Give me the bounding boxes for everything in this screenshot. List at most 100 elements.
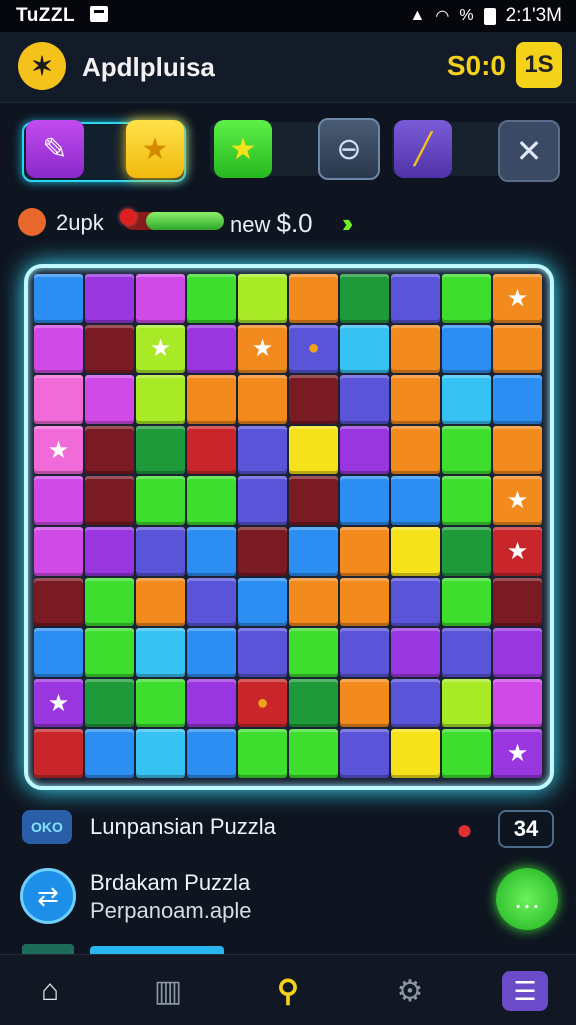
puzzle-piece[interactable] bbox=[391, 577, 440, 627]
puzzle-piece[interactable] bbox=[391, 527, 440, 576]
puzzle-piece[interactable] bbox=[85, 678, 134, 728]
puzzle-piece[interactable] bbox=[238, 577, 287, 627]
puzzle-piece[interactable] bbox=[187, 274, 236, 323]
puzzle-piece[interactable] bbox=[391, 476, 440, 525]
puzzle-piece[interactable] bbox=[238, 425, 287, 475]
puzzle-piece[interactable] bbox=[187, 577, 236, 627]
puzzle-piece[interactable]: ● bbox=[289, 324, 338, 374]
puzzle-piece[interactable] bbox=[340, 527, 389, 576]
puzzle-piece[interactable] bbox=[493, 577, 542, 627]
puzzle-piece[interactable] bbox=[34, 375, 83, 424]
puzzle-piece[interactable] bbox=[493, 678, 542, 728]
puzzle-piece[interactable] bbox=[34, 628, 83, 677]
puzzle-piece[interactable] bbox=[238, 476, 287, 525]
trash-icon[interactable]: ▥ bbox=[146, 969, 190, 1013]
puzzle-piece[interactable]: ★ bbox=[34, 678, 83, 728]
puzzle-piece[interactable] bbox=[340, 274, 389, 323]
puzzle-board[interactable]: ★ ★ ★ ● ★ ★ ★ ★ ● ★ bbox=[24, 264, 554, 790]
puzzle-piece[interactable] bbox=[187, 729, 236, 778]
puzzle-piece[interactable] bbox=[289, 678, 338, 728]
puzzle-piece[interactable]: ★ bbox=[493, 527, 542, 576]
puzzle-piece[interactable] bbox=[340, 425, 389, 475]
puzzle-piece[interactable] bbox=[34, 729, 83, 778]
puzzle-piece[interactable] bbox=[187, 324, 236, 374]
forward-arrow-icon[interactable]: ›› bbox=[342, 208, 354, 239]
puzzle-piece[interactable] bbox=[136, 425, 185, 475]
settings-icon[interactable]: ⚙ bbox=[388, 969, 432, 1013]
puzzle-piece[interactable] bbox=[493, 375, 542, 424]
puzzle-piece[interactable] bbox=[391, 678, 440, 728]
puzzle-piece[interactable] bbox=[391, 628, 440, 677]
puzzle-piece[interactable] bbox=[340, 628, 389, 677]
puzzle-piece[interactable] bbox=[136, 274, 185, 323]
puzzle-piece[interactable] bbox=[85, 274, 134, 323]
puzzle-piece[interactable] bbox=[187, 678, 236, 728]
puzzle-piece[interactable] bbox=[136, 527, 185, 576]
home-icon[interactable]: ⌂ bbox=[28, 969, 72, 1013]
puzzle-piece[interactable] bbox=[442, 628, 491, 677]
puzzle-piece[interactable] bbox=[391, 375, 440, 424]
puzzle-piece[interactable] bbox=[289, 527, 338, 576]
puzzle-piece[interactable] bbox=[340, 729, 389, 778]
puzzle-piece[interactable]: ★ bbox=[493, 729, 542, 778]
puzzle-piece[interactable] bbox=[187, 425, 236, 475]
puzzle-piece[interactable] bbox=[85, 628, 134, 677]
puzzle-piece[interactable] bbox=[289, 425, 338, 475]
puzzle-piece[interactable] bbox=[136, 628, 185, 677]
puzzle-piece[interactable] bbox=[187, 476, 236, 525]
puzzle-piece[interactable] bbox=[442, 375, 491, 424]
puzzle-piece[interactable] bbox=[187, 375, 236, 424]
puzzle-piece[interactable]: ★ bbox=[493, 476, 542, 525]
puzzle-piece[interactable] bbox=[442, 476, 491, 525]
puzzle-piece[interactable] bbox=[340, 324, 389, 374]
puzzle-piece[interactable] bbox=[442, 324, 491, 374]
progress-knob[interactable] bbox=[120, 209, 136, 225]
puzzle-piece[interactable] bbox=[85, 577, 134, 627]
puzzle-piece[interactable] bbox=[391, 425, 440, 475]
puzzle-piece[interactable] bbox=[442, 678, 491, 728]
search-icon[interactable]: ⚲ bbox=[266, 969, 310, 1013]
puzzle-piece[interactable] bbox=[136, 678, 185, 728]
list-item[interactable]: OKO Lunpansian Puzzla ● 34 bbox=[0, 800, 576, 856]
list-item[interactable]: ⇄ Brdakam Puzzla Perpanoam.aple … bbox=[0, 860, 576, 940]
puzzle-piece[interactable] bbox=[187, 628, 236, 677]
puzzle-piece[interactable] bbox=[391, 324, 440, 374]
briefcase-icon[interactable]: ⊖ bbox=[318, 118, 380, 180]
puzzle-piece[interactable] bbox=[238, 628, 287, 677]
puzzle-piece[interactable] bbox=[289, 476, 338, 525]
puzzle-piece[interactable] bbox=[187, 527, 236, 576]
puzzle-piece[interactable] bbox=[442, 527, 491, 576]
puzzle-piece[interactable] bbox=[238, 729, 287, 778]
app-logo-icon[interactable]: ✶ bbox=[18, 42, 66, 90]
star-piece-icon[interactable]: ★ bbox=[214, 120, 272, 178]
puzzle-piece[interactable] bbox=[340, 678, 389, 728]
pencil-icon[interactable]: ╱ bbox=[394, 120, 452, 178]
puzzle-piece[interactable] bbox=[493, 628, 542, 677]
puzzle-piece[interactable] bbox=[289, 729, 338, 778]
puzzle-piece[interactable] bbox=[238, 274, 287, 323]
puzzle-piece[interactable] bbox=[391, 274, 440, 323]
puzzle-piece[interactable] bbox=[136, 476, 185, 525]
puzzle-piece[interactable] bbox=[442, 274, 491, 323]
puzzle-piece[interactable] bbox=[289, 628, 338, 677]
puzzle-piece[interactable] bbox=[238, 527, 287, 576]
puzzle-piece[interactable] bbox=[85, 729, 134, 778]
puzzle-piece[interactable] bbox=[136, 577, 185, 627]
puzzle-piece[interactable]: ★ bbox=[34, 425, 83, 475]
puzzle-piece[interactable] bbox=[136, 375, 185, 424]
level-badge[interactable]: 1S bbox=[516, 42, 562, 88]
puzzle-piece[interactable] bbox=[34, 527, 83, 576]
puzzle-piece[interactable] bbox=[493, 425, 542, 475]
puzzle-grid[interactable]: ★ ★ ★ ● ★ ★ ★ ★ ● ★ bbox=[34, 274, 544, 780]
puzzle-piece[interactable] bbox=[85, 324, 134, 374]
puzzle-piece[interactable] bbox=[289, 274, 338, 323]
puzzle-piece[interactable] bbox=[85, 375, 134, 424]
puzzle-piece[interactable] bbox=[442, 729, 491, 778]
star-icon[interactable]: ★ bbox=[126, 120, 184, 178]
puzzle-piece[interactable] bbox=[85, 527, 134, 576]
count-badge[interactable]: 34 bbox=[498, 810, 554, 848]
puzzle-piece[interactable]: ★ bbox=[238, 324, 287, 374]
puzzle-piece[interactable] bbox=[238, 375, 287, 424]
puzzle-piece[interactable] bbox=[85, 425, 134, 475]
puzzle-piece[interactable] bbox=[442, 425, 491, 475]
